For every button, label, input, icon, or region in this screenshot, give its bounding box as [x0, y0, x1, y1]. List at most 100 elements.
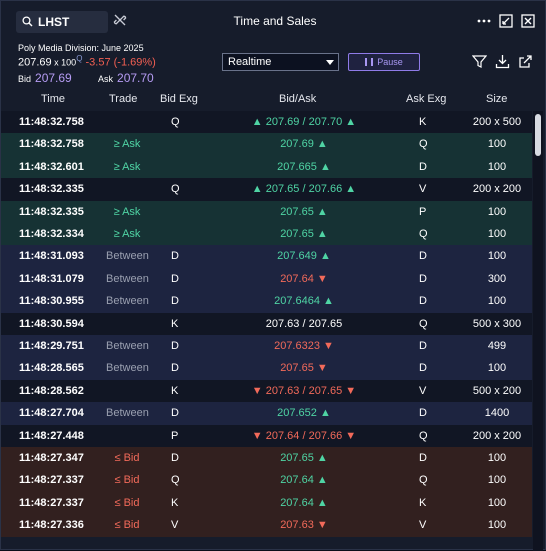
arrow-down-icon: ▼ [345, 429, 357, 442]
table-row[interactable]: 11:48:32.335 ≥ Ask 207.65 ▲ P 100 [1, 200, 532, 223]
last-price-value: 207.69 [18, 56, 52, 69]
table-row[interactable]: 11:48:32.334 ≥ Ask 207.65 ▲ Q 100 [1, 223, 532, 246]
cell-time: 11:48:27.347 [19, 452, 84, 464]
cell-bid-ask: ▼ 207.64 / 207.66 ▼ [251, 429, 357, 442]
table-row[interactable]: 11:48:29.751 Between D 207.6323 ▼ D 499 [1, 335, 532, 358]
cell-bid-ask: 207.65 ▲ [221, 228, 387, 240]
cell-trade: ≤ Bid [114, 474, 140, 487]
cell-trade: Between [106, 250, 149, 263]
table-row[interactable]: 11:48:27.337 ≤ Bid K 207.64 ▲ K 100 [1, 491, 532, 515]
last-price: 207.69 x 100Q -3.57 (-1.69%) [18, 54, 156, 69]
cell-size: 100 [487, 519, 507, 532]
trade-price: 207.652 [277, 407, 317, 420]
cell-ask-exg: Q [419, 317, 428, 330]
cell-time: 11:48:28.562 [19, 384, 84, 397]
table-row[interactable]: 11:48:27.347 ≤ Bid D 207.65 ▲ D 100 [1, 447, 532, 470]
cell-time: 11:48:27.704 [19, 407, 84, 420]
table-header: Time Trade Bid Exg Bid/Ask Ask Exg Size [1, 89, 545, 111]
trade-price: 207.65 [280, 452, 314, 464]
instrument-name: Poly Media Division: June 2025 [18, 43, 144, 53]
table-row[interactable]: 11:48:31.079 Between D 207.64 ▼ D 300 [1, 267, 532, 291]
scrollbar[interactable] [533, 111, 543, 551]
cell-bid-exg: Q [171, 183, 180, 196]
cell-ask-exg: V [419, 519, 427, 532]
table-row[interactable]: 11:48:32.335 Q ▲ 207.65 / 207.66 ▲ V 200 x 2… [1, 178, 532, 201]
cell-ask-exg: V [419, 384, 427, 397]
header-time[interactable]: Time [41, 93, 65, 105]
price-change: -3.57 (-1.69%) [85, 56, 156, 69]
trade-price: 207.649 [277, 250, 317, 263]
header-bid-exg[interactable]: Bid Exg [160, 93, 198, 105]
table-row[interactable]: 11:48:31.093 Between D 207.649 ▲ D 100 [1, 245, 532, 268]
arrow-down-icon: ▼ [316, 362, 328, 375]
table-row[interactable]: 11:48:30.955 Between D 207.6464 ▲ D 100 [1, 290, 532, 313]
cell-trade: Between [106, 272, 149, 285]
header-size[interactable]: Size [486, 93, 507, 105]
arrow-down-icon: ▼ [323, 340, 334, 352]
cell-ask-exg: K [419, 116, 427, 128]
mode-select[interactable]: Realtime [222, 53, 339, 71]
trade-price: 207.64 [280, 474, 314, 487]
arrow-down-icon: ▼ [345, 384, 357, 397]
trade-price: 207.63 [280, 519, 314, 532]
cell-time: 11:48:27.336 [19, 519, 84, 532]
header-trade[interactable]: Trade [109, 93, 137, 105]
arrow-up-icon: ▲ [316, 138, 328, 151]
title-bar: Time and Sales [1, 1, 545, 39]
scrollbar-thumb[interactable] [535, 114, 541, 156]
cell-time: 11:48:30.955 [19, 295, 84, 308]
table-row[interactable]: 11:48:32.758 ≥ Ask 207.69 ▲ Q 100 [1, 133, 532, 156]
cell-bid-exg: D [171, 250, 179, 263]
arrow-up-icon: ▲ [323, 295, 334, 308]
cell-bid-ask: 207.64 ▲ [221, 474, 387, 486]
table-row[interactable]: 11:48:27.336 ≤ Bid V 207.63 ▼ V 100 [1, 514, 532, 537]
time-and-sales-window: Time and Sales Poly Media Division: June… [0, 0, 546, 551]
trade-price: 207.665 [277, 160, 317, 173]
cell-size: 200 x 500 [472, 116, 522, 128]
table-row[interactable]: 11:48:32.758 Q ▲ 207.69 / 207.70 ▲ K 200 x 5… [1, 111, 532, 134]
cell-size: 100 [487, 138, 507, 151]
table-row[interactable]: 11:48:30.594 K 207.63 / 207.65 Q 500 x 300 [1, 312, 532, 335]
cell-bid-exg: V [171, 519, 179, 532]
cell-size: 100 [487, 452, 507, 464]
arrow-up-icon: ▲ [316, 474, 328, 487]
arrow-up-icon: ▲ [316, 452, 328, 464]
cell-time: 11:48:32.335 [19, 205, 84, 218]
table-row[interactable]: 11:48:27.704 Between D 207.652 ▲ D 1400 [1, 402, 532, 425]
cell-bid-exg: D [171, 407, 179, 420]
cell-bid-ask: 207.65 ▼ [221, 362, 387, 374]
table-row[interactable]: 11:48:32.601 ≥ Ask 207.665 ▲ D 100 [1, 155, 532, 179]
more-icon[interactable] [477, 14, 491, 28]
table-row[interactable]: 11:48:28.562 K ▼ 207.63 / 207.65 ▼ V 500 x 2… [1, 379, 532, 403]
quote-bid: 207.63 [265, 384, 300, 397]
trade-price: 207.64 [280, 496, 314, 509]
cell-bid-ask: ▲ 207.69 / 207.70 ▲ [251, 116, 357, 128]
cell-ask-exg: Q [419, 474, 428, 487]
minimize-icon[interactable] [499, 14, 513, 28]
header-bid-ask[interactable]: Bid/Ask [279, 93, 316, 105]
table-row[interactable]: 11:48:27.448 P ▼ 207.64 / 207.66 ▼ Q 200 x 2… [1, 424, 532, 447]
header-ask-exg[interactable]: Ask Exg [406, 93, 446, 105]
download-icon[interactable] [495, 54, 510, 69]
cell-bid-exg: P [171, 429, 179, 442]
cell-size: 499 [487, 340, 507, 352]
close-icon[interactable] [521, 14, 535, 28]
cell-time: 11:48:27.337 [19, 496, 84, 509]
cell-size: 100 [487, 474, 507, 487]
cell-size: 100 [487, 362, 507, 375]
table-row[interactable]: 11:48:27.337 ≤ Bid Q 207.64 ▲ Q 100 [1, 469, 532, 492]
pause-button[interactable]: Pause [348, 53, 420, 71]
cell-size: 500 x 200 [472, 384, 522, 397]
filter-icon[interactable] [472, 54, 487, 69]
cell-ask-exg: D [419, 295, 427, 308]
cell-bid-ask: ▼ 207.63 / 207.65 ▼ [251, 384, 357, 397]
export-icon[interactable] [518, 54, 533, 69]
cell-size: 500 x 300 [472, 317, 522, 330]
arrow-up-icon: ▲ [316, 205, 328, 218]
cell-size: 100 [487, 205, 507, 218]
cell-time: 11:48:31.079 [19, 272, 84, 285]
cell-bid-exg: D [171, 362, 179, 375]
bid-label: Bid [18, 74, 32, 84]
cell-time: 11:48:32.758 [19, 116, 84, 128]
table-row[interactable]: 11:48:28.565 Between D 207.65 ▼ D 100 [1, 357, 532, 380]
